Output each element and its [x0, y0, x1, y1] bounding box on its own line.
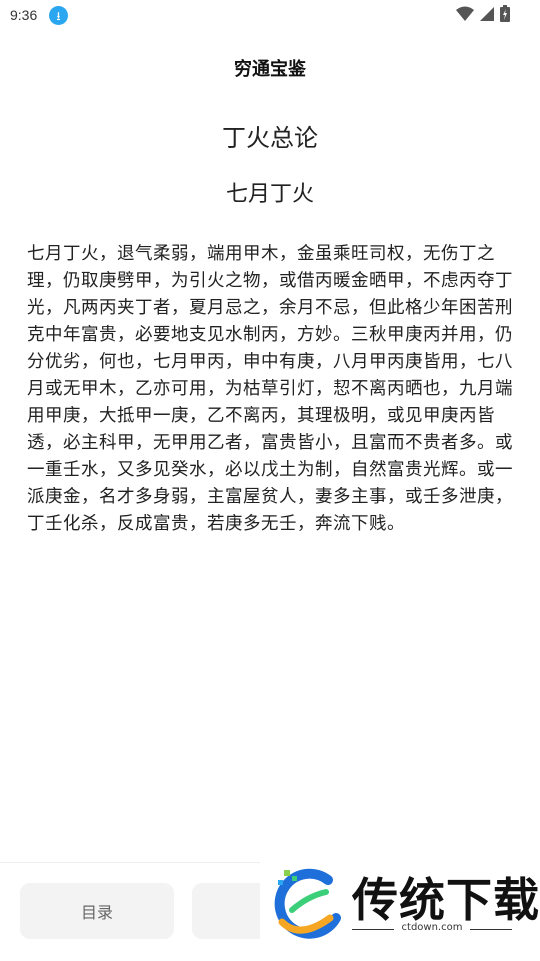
- chapter-title: 丁火总论: [222, 124, 318, 152]
- watermark-divider-right: [470, 929, 512, 930]
- battery-icon: [500, 5, 510, 22]
- app-title: 穷通宝鉴: [234, 59, 306, 80]
- toc-button[interactable]: 目录: [20, 883, 174, 939]
- chapter-body-text: 七月丁火，退气柔弱，端用甲木，金虽乘旺司权，无伤丁之理，仍取庚劈甲，为引火之物，…: [27, 244, 513, 534]
- wifi-icon: [456, 6, 474, 21]
- status-time: 9:36: [10, 7, 38, 23]
- watermark-logo-icon: [274, 868, 341, 939]
- system-icons: [456, 5, 510, 22]
- watermark-overlay: 传统下载 ctdown.com: [260, 858, 540, 960]
- watermark-brand: 传统下载: [352, 873, 540, 927]
- chapter-subtitle: 七月丁火: [225, 182, 314, 207]
- signal-icon: [480, 6, 494, 21]
- status-bar: 9:36 ⭳: [0, 0, 540, 32]
- watermark-url: ctdown.com: [401, 922, 463, 933]
- download-icon: ⭳: [49, 6, 68, 25]
